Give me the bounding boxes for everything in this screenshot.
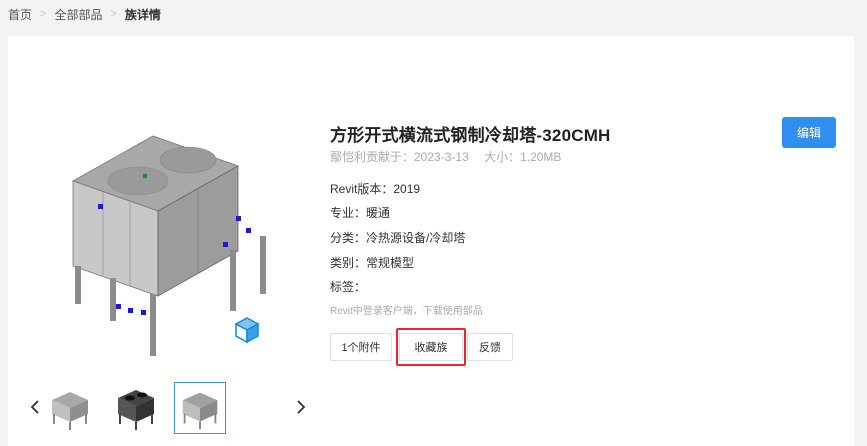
breadcrumb-home[interactable]: 首页: [8, 6, 32, 23]
favorite-button[interactable]: 收藏族: [399, 333, 463, 361]
product-title: 方形开式横流式钢制冷却塔-320CMH: [330, 126, 611, 145]
revit-version: Revit版本：2019: [330, 182, 421, 196]
file-size-text: 大小：1.20MB: [484, 150, 562, 164]
thumbnail-2[interactable]: [110, 382, 162, 434]
breadcrumb: 首页 > 全部部品 > 族详情: [8, 6, 161, 22]
chevron-left-icon[interactable]: [28, 398, 42, 416]
type: 类别：常规模型: [330, 256, 415, 270]
feedback-button[interactable]: 反馈: [467, 333, 513, 361]
attachments-button[interactable]: 1个附件: [330, 333, 392, 361]
edit-button[interactable]: 编辑: [782, 117, 836, 148]
contributor-text: 鄢恺利贡献于：2023-3-13: [330, 150, 469, 164]
chevron-right-icon[interactable]: [294, 398, 308, 416]
download-hint: Revit中登录客户端，下载使用部品: [330, 306, 483, 317]
breadcrumb-separator: >: [110, 8, 117, 20]
detail-card: 方形开式横流式钢制冷却塔-320CMH 鄢恺利贡献于：2023-3-13 大小：…: [8, 36, 854, 446]
tags: 标签：: [330, 280, 367, 294]
thumbnail-3-selected[interactable]: [174, 382, 226, 434]
thumbnail-1[interactable]: [44, 382, 96, 434]
breadcrumb-current: 族详情: [124, 7, 161, 22]
product-meta: 鄢恺利贡献于：2023-3-13 大小：1.20MB: [330, 148, 561, 165]
breadcrumb-all-parts[interactable]: 全部部品: [54, 6, 102, 23]
category: 分类：冷热源设备/冷却塔: [330, 231, 466, 245]
breadcrumb-separator: >: [40, 8, 47, 20]
discipline: 专业：暖通: [330, 206, 391, 220]
cube-icon[interactable]: [234, 316, 260, 344]
